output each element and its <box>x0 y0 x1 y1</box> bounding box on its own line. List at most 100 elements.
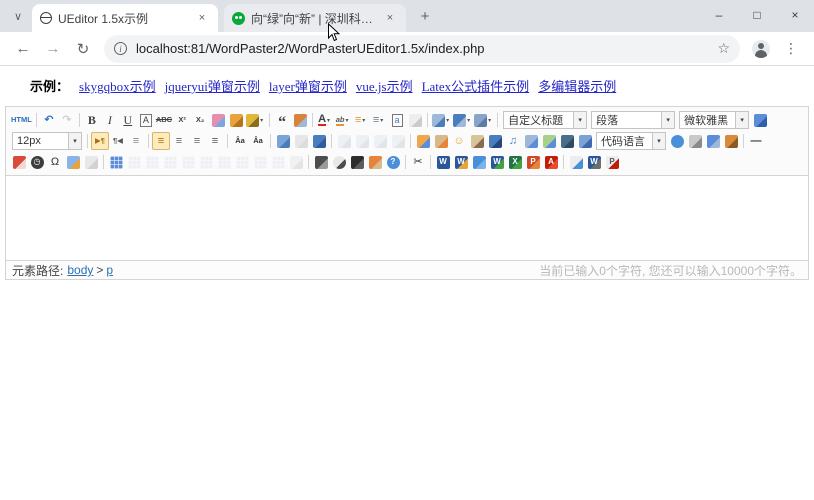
maximize-button[interactable]: □ <box>738 0 776 30</box>
anchor-button[interactable] <box>310 132 328 150</box>
emotion-button[interactable]: ☺ <box>450 132 468 150</box>
demo-link[interactable]: Latex公式插件示例 <box>422 79 530 94</box>
word-export-button[interactable]: W <box>585 153 603 171</box>
music-button[interactable]: ♫ <box>504 132 522 150</box>
fullscreen-button[interactable] <box>751 111 769 129</box>
align-center-button[interactable]: ≡ <box>170 132 188 150</box>
minimize-button[interactable]: – <box>700 0 738 30</box>
insert-row-button[interactable] <box>197 153 215 171</box>
import-word-button[interactable]: W <box>488 153 506 171</box>
help-button[interactable]: ? <box>384 153 402 171</box>
image-inline-button[interactable] <box>353 132 371 150</box>
scrawl-button[interactable] <box>468 132 486 150</box>
tab-wechat-article[interactable]: 向“绿”向“新” | 深圳科华携超充 × <box>224 4 406 32</box>
element-path-p-link[interactable]: p <box>106 263 113 277</box>
merge-cells-button[interactable] <box>161 153 179 171</box>
new-tab-button[interactable]: + <box>412 3 438 29</box>
anchor-a-button[interactable]: a <box>388 111 406 129</box>
screenshot-button[interactable] <box>470 153 488 171</box>
unlink-button[interactable] <box>292 132 310 150</box>
time-button[interactable]: ◷ <box>28 153 46 171</box>
word-image-button[interactable] <box>704 132 722 150</box>
pdf-export-button[interactable]: P <box>603 153 621 171</box>
horizontal-rule-button[interactable]: — <box>747 132 765 150</box>
insert-col-button[interactable] <box>233 153 251 171</box>
para-after-space-button[interactable]: ▾ <box>452 111 473 129</box>
forward-icon[interactable]: → <box>40 36 66 62</box>
demo-link[interactable]: layer弹窗示例 <box>269 79 347 94</box>
word-image-paste-button[interactable]: W <box>452 153 470 171</box>
tab-ueditor[interactable]: UEditor 1.5x示例 × <box>32 4 218 32</box>
video-button[interactable] <box>486 132 504 150</box>
font-size-select[interactable]: 12px▾ <box>12 132 82 150</box>
editor-content-area[interactable] <box>6 176 808 260</box>
ordered-list-button[interactable]: ≡▾ <box>352 111 370 129</box>
special-chars-button[interactable]: Ω <box>46 153 64 171</box>
bold-button[interactable]: B <box>83 111 101 129</box>
dir-ltr-button[interactable]: ▶¶ <box>91 132 109 150</box>
browser-menu-icon[interactable]: ⋮ <box>778 36 804 62</box>
clear-doc-button[interactable] <box>406 111 424 129</box>
redo-button[interactable]: ↷ <box>58 111 76 129</box>
import-ppt-button[interactable]: P <box>524 153 542 171</box>
element-path-body-link[interactable]: body <box>67 263 93 277</box>
insert-image-button[interactable] <box>414 132 432 150</box>
image-float-right-button[interactable] <box>371 132 389 150</box>
align-left-button[interactable]: ≡ <box>152 132 170 150</box>
indent-button[interactable]: ≡ <box>127 132 145 150</box>
heading-select[interactable]: 自定义标题▾ <box>503 111 587 129</box>
tab-close-icon[interactable]: × <box>382 10 398 26</box>
lowercase-button[interactable]: Âa <box>249 132 267 150</box>
url-text[interactable]: localhost:81/WordPaster2/WordPasterUEdit… <box>136 41 717 56</box>
close-button[interactable]: × <box>776 0 814 30</box>
cell-border-button[interactable] <box>269 153 287 171</box>
delete-table-button[interactable] <box>125 153 143 171</box>
delete-col-button[interactable] <box>251 153 269 171</box>
table-title-button[interactable] <box>143 153 161 171</box>
word-paste-button[interactable]: W <box>434 153 452 171</box>
font-color-button[interactable]: A▾ <box>316 111 334 129</box>
date-button[interactable] <box>10 153 28 171</box>
remove-format-button[interactable] <box>209 111 227 129</box>
uppercase-button[interactable]: Âa <box>231 132 249 150</box>
iframe-button[interactable] <box>576 132 594 150</box>
print-area-button[interactable] <box>82 153 100 171</box>
align-justify-button[interactable]: ≡ <box>206 132 224 150</box>
strikethrough-button[interactable]: ABC <box>155 111 173 129</box>
blockquote-button[interactable]: “ <box>273 111 291 129</box>
tab-search-button[interactable]: ∨ <box>6 4 30 28</box>
profile-avatar[interactable] <box>752 40 770 58</box>
table-sort-button[interactable] <box>287 153 305 171</box>
image-float-left-button[interactable] <box>335 132 353 150</box>
demo-link[interactable]: skygqbox示例 <box>79 79 156 94</box>
snapscreen-button[interactable] <box>722 132 740 150</box>
font-border-button[interactable]: A <box>137 111 155 129</box>
demo-link[interactable]: jqueryui弹窗示例 <box>165 79 260 94</box>
underline-button[interactable]: U <box>119 111 137 129</box>
image-center-button[interactable] <box>389 132 407 150</box>
para-before-space-button[interactable]: ▾ <box>431 111 452 129</box>
undo-button[interactable]: ↶ <box>40 111 58 129</box>
import-excel-button[interactable]: X <box>506 153 524 171</box>
doc-convert-button[interactable] <box>567 153 585 171</box>
baidu-app-button[interactable] <box>668 132 686 150</box>
subscript-button[interactable]: X₂ <box>191 111 209 129</box>
paste-plain-button[interactable] <box>291 111 309 129</box>
search-replace-button[interactable] <box>348 153 366 171</box>
reload-icon[interactable]: ↻ <box>70 36 96 62</box>
superscript-button[interactable]: X² <box>173 111 191 129</box>
attachment-button[interactable] <box>522 132 540 150</box>
italic-button[interactable]: I <box>101 111 119 129</box>
image-note-button[interactable] <box>64 153 82 171</box>
align-right-button[interactable]: ≡ <box>188 132 206 150</box>
cut-button[interactable]: ✂ <box>409 153 427 171</box>
album-button[interactable] <box>432 132 450 150</box>
preview-button[interactable] <box>330 153 348 171</box>
source-button[interactable]: HTML <box>10 111 33 129</box>
demo-link[interactable]: vue.js示例 <box>356 79 413 94</box>
line-height-button[interactable]: ▾ <box>473 111 494 129</box>
auto-typeset-button[interactable]: ▾ <box>245 111 266 129</box>
code-language-select[interactable]: 代码语言▾ <box>596 132 666 150</box>
link-button[interactable] <box>274 132 292 150</box>
site-info-icon[interactable]: i <box>114 42 127 55</box>
